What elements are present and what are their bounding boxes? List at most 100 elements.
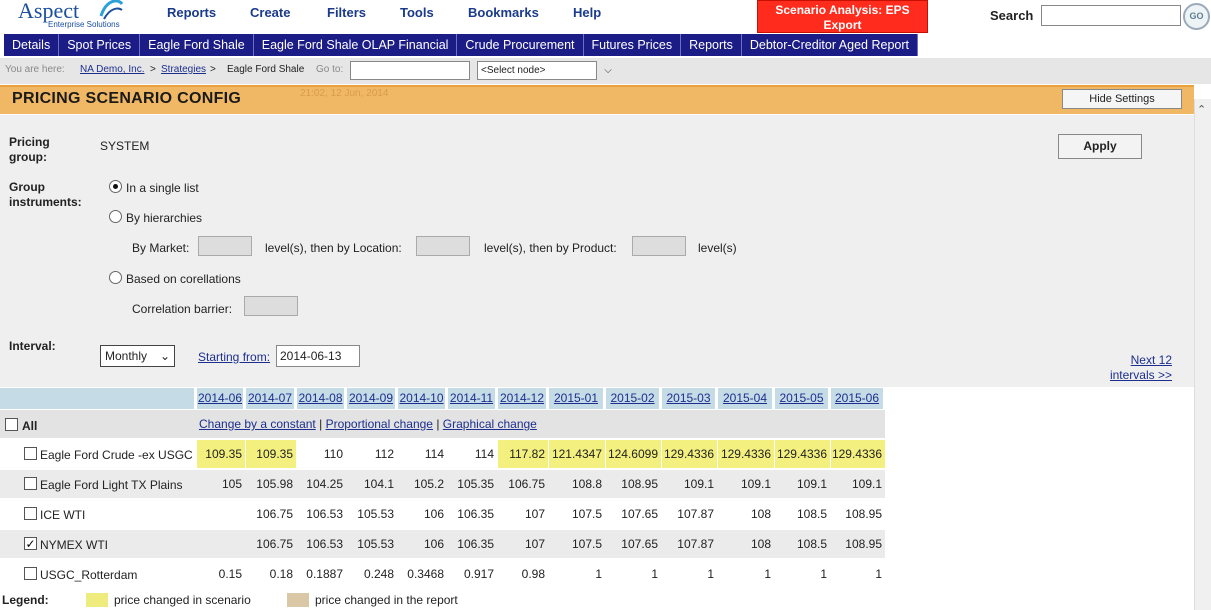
price-cell[interactable]: 1 (775, 560, 830, 588)
menu-help[interactable]: Help (573, 5, 601, 20)
market-levels-input[interactable] (198, 236, 252, 256)
price-cell[interactable]: 1 (718, 560, 774, 588)
scrollbar[interactable] (1194, 99, 1211, 610)
price-cell[interactable]: 129.4336 (831, 440, 885, 468)
price-cell[interactable]: 109.1 (718, 470, 774, 498)
price-cell[interactable]: 106.75 (246, 500, 296, 528)
price-cell[interactable]: 106.75 (246, 530, 296, 558)
menu-reports[interactable]: Reports (167, 5, 216, 20)
search-input[interactable] (1041, 5, 1181, 26)
breadcrumb-link-company[interactable]: NA Demo, Inc. (80, 58, 144, 82)
month-header[interactable]: 2014-07 (246, 388, 296, 409)
aspect-logo[interactable]: Aspect Enterprise Solutions (18, 0, 124, 29)
price-cell[interactable]: 106.35 (448, 500, 497, 528)
month-header[interactable]: 2015-05 (775, 388, 830, 409)
price-cell[interactable]: 112 (347, 440, 397, 468)
price-cell[interactable]: 108.8 (549, 470, 605, 498)
price-cell[interactable]: 110 (297, 440, 346, 468)
price-cell[interactable]: 0.917 (448, 560, 497, 588)
month-header[interactable]: 2014-12 (498, 388, 548, 409)
price-cell[interactable]: 104.1 (347, 470, 397, 498)
price-cell[interactable]: 106 (398, 500, 447, 528)
row-checkbox[interactable] (24, 447, 37, 460)
price-cell[interactable]: 105 (197, 470, 245, 498)
price-cell[interactable]: 108.95 (606, 470, 661, 498)
node-select[interactable]: <Select node> (477, 61, 597, 80)
price-cell[interactable]: 107.87 (662, 500, 717, 528)
month-header[interactable]: 2014-09 (347, 388, 397, 409)
tab-debtor-creditor[interactable]: Debtor-Creditor Aged Report (742, 34, 918, 56)
price-cell[interactable]: 129.4336 (718, 440, 774, 468)
breadcrumb-link-strategies[interactable]: Strategies (161, 58, 206, 82)
radio-by-hierarchies[interactable] (109, 210, 122, 223)
menu-create[interactable]: Create (250, 5, 290, 20)
price-cell[interactable]: 108.5 (775, 500, 830, 528)
price-cell[interactable] (197, 530, 245, 558)
tab-futures-prices[interactable]: Futures Prices (584, 34, 682, 56)
price-cell[interactable]: 105.53 (347, 500, 397, 528)
row-checkbox[interactable] (24, 537, 37, 550)
price-cell[interactable]: 106.53 (297, 500, 346, 528)
price-cell[interactable]: 106.75 (498, 470, 548, 498)
hide-settings-button[interactable]: Hide Settings (1062, 89, 1182, 109)
month-header[interactable]: 2014-10 (398, 388, 447, 409)
select-all-checkbox[interactable] (5, 418, 18, 431)
tab-spot-prices[interactable]: Spot Prices (59, 34, 141, 56)
month-header[interactable]: 2014-06 (197, 388, 245, 409)
price-cell[interactable]: 108 (718, 530, 774, 558)
price-cell[interactable]: 109.1 (775, 470, 830, 498)
price-cell[interactable]: 105.98 (246, 470, 296, 498)
starting-from-link[interactable]: Starting from: (198, 350, 270, 364)
price-cell[interactable]: 0.18 (246, 560, 296, 588)
graphical-change-link[interactable]: Graphical change (443, 417, 537, 431)
price-cell[interactable]: 104.25 (297, 470, 346, 498)
price-cell[interactable]: 107.65 (606, 500, 661, 528)
month-header[interactable]: 2014-08 (297, 388, 346, 409)
price-cell[interactable]: 107.65 (606, 530, 661, 558)
price-cell[interactable]: 107 (498, 530, 548, 558)
correlation-barrier-input[interactable] (244, 296, 298, 316)
price-cell[interactable]: 0.98 (498, 560, 548, 588)
menu-tools[interactable]: Tools (400, 5, 434, 20)
tab-reports[interactable]: Reports (681, 34, 742, 56)
row-checkbox[interactable] (24, 477, 37, 490)
price-cell[interactable]: 105.2 (398, 470, 447, 498)
price-cell[interactable]: 1 (662, 560, 717, 588)
radio-single-list[interactable] (109, 180, 122, 193)
price-cell[interactable]: 109.1 (662, 470, 717, 498)
price-cell[interactable]: 124.6099 (606, 440, 661, 468)
month-header[interactable]: 2015-06 (831, 388, 885, 409)
interval-select[interactable]: Monthly ⌄ (100, 345, 175, 367)
price-cell[interactable]: 107.87 (662, 530, 717, 558)
price-cell[interactable]: 129.4336 (662, 440, 717, 468)
goto-input[interactable] (350, 61, 470, 80)
price-cell[interactable] (197, 500, 245, 528)
price-cell[interactable]: 1 (831, 560, 885, 588)
price-cell[interactable]: 106.53 (297, 530, 346, 558)
apply-button[interactable]: Apply (1058, 134, 1142, 159)
price-cell[interactable]: 106.35 (448, 530, 497, 558)
month-header[interactable]: 2015-04 (718, 388, 774, 409)
menu-bookmarks[interactable]: Bookmarks (468, 5, 539, 20)
price-cell[interactable]: 0.15 (197, 560, 245, 588)
price-cell[interactable]: 108.5 (775, 530, 830, 558)
tab-crude-procurement[interactable]: Crude Procurement (457, 34, 584, 56)
go-button[interactable]: GO (1183, 3, 1210, 30)
price-cell[interactable]: 117.82 (498, 440, 548, 468)
scenario-analysis-export-button[interactable]: Scenario Analysis: EPS Export (757, 0, 928, 33)
price-cell[interactable]: 108 (718, 500, 774, 528)
price-cell[interactable]: 107.5 (549, 500, 605, 528)
proportional-change-link[interactable]: Proportional change (326, 417, 433, 431)
price-cell[interactable]: 105.35 (448, 470, 497, 498)
price-cell[interactable]: 109.35 (197, 440, 245, 468)
starting-from-input[interactable]: 2014-06-13 (276, 345, 360, 367)
next-intervals-link[interactable]: Next 12 intervals >> (1057, 353, 1172, 383)
price-cell[interactable]: 108.95 (831, 500, 885, 528)
month-header[interactable]: 2014-11 (448, 388, 497, 409)
price-cell[interactable]: 114 (398, 440, 447, 468)
price-cell[interactable]: 121.4347 (549, 440, 605, 468)
price-cell[interactable]: 109.1 (831, 470, 885, 498)
price-cell[interactable]: 108.95 (831, 530, 885, 558)
price-cell[interactable]: 129.4336 (775, 440, 830, 468)
price-cell[interactable]: 0.1887 (297, 560, 346, 588)
